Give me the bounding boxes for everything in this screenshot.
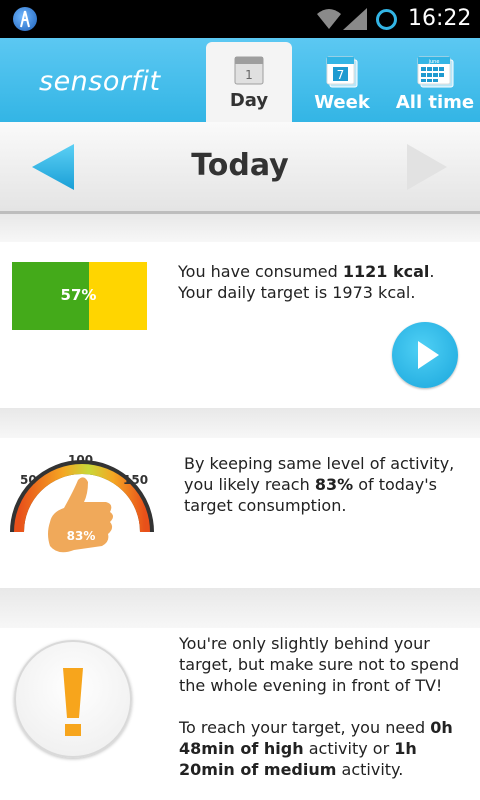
arrow-right-icon[interactable] bbox=[405, 142, 449, 192]
status-time: 16:22 bbox=[408, 6, 472, 31]
card-separator bbox=[0, 588, 480, 628]
tab-day[interactable]: 1 Day bbox=[206, 42, 292, 122]
app-icon bbox=[13, 7, 37, 31]
gauge-tick-150: 150 bbox=[123, 473, 148, 487]
gauge-value: 83% bbox=[67, 529, 96, 543]
forecast-text: By keeping same level of activity, you l… bbox=[184, 454, 455, 515]
daily-target: Your daily target is 1973 kcal. bbox=[178, 283, 416, 302]
tab-day-label: Day bbox=[229, 90, 269, 111]
tab-week-label: Week bbox=[314, 92, 370, 113]
svg-text:7: 7 bbox=[337, 68, 345, 82]
activity-gauge: 50 100 150 83% bbox=[10, 453, 154, 553]
tab-all-time-label: All time bbox=[395, 92, 475, 113]
consumption-percent: 57% bbox=[60, 286, 97, 304]
consumption-progress-bar: 57% bbox=[12, 262, 147, 330]
gauge-tick-50: 50 bbox=[20, 473, 37, 487]
wifi-icon bbox=[317, 9, 341, 29]
svg-text:june: june bbox=[428, 59, 440, 65]
consumption-text: You have consumed 1121 kcal. Your daily … bbox=[178, 262, 435, 302]
calendar-week-icon: 7 bbox=[326, 56, 358, 88]
warning-badge bbox=[14, 640, 132, 758]
svg-text:1: 1 bbox=[245, 68, 253, 82]
advice-paragraph-1: You're only slightly behind your target,… bbox=[179, 634, 460, 695]
card-separator bbox=[0, 214, 480, 242]
tab-week[interactable]: 7 Week bbox=[300, 42, 384, 122]
play-icon bbox=[418, 341, 439, 369]
forecast-percent: 83% bbox=[314, 475, 354, 494]
tab-all-time[interactable]: june All time bbox=[392, 42, 478, 122]
calendar-month-icon: june bbox=[417, 56, 454, 88]
sync-icon bbox=[376, 9, 397, 30]
signal-icon bbox=[343, 8, 367, 30]
exclamation-icon bbox=[63, 668, 83, 736]
status-bar: 16:22 bbox=[0, 0, 480, 38]
advice-paragraph-2: To reach your target, you need 0h 48min … bbox=[179, 718, 453, 779]
date-navigation: Today bbox=[0, 122, 480, 214]
advice-text: You're only slightly behind your target,… bbox=[179, 633, 471, 780]
play-button[interactable] bbox=[392, 322, 458, 388]
consumed-kcal: 1121 kcal bbox=[342, 262, 430, 281]
app-logo: sensorfit bbox=[39, 66, 161, 97]
gauge-tick-100: 100 bbox=[68, 453, 93, 467]
calendar-day-icon: 1 bbox=[234, 56, 264, 85]
card-separator bbox=[0, 408, 480, 438]
